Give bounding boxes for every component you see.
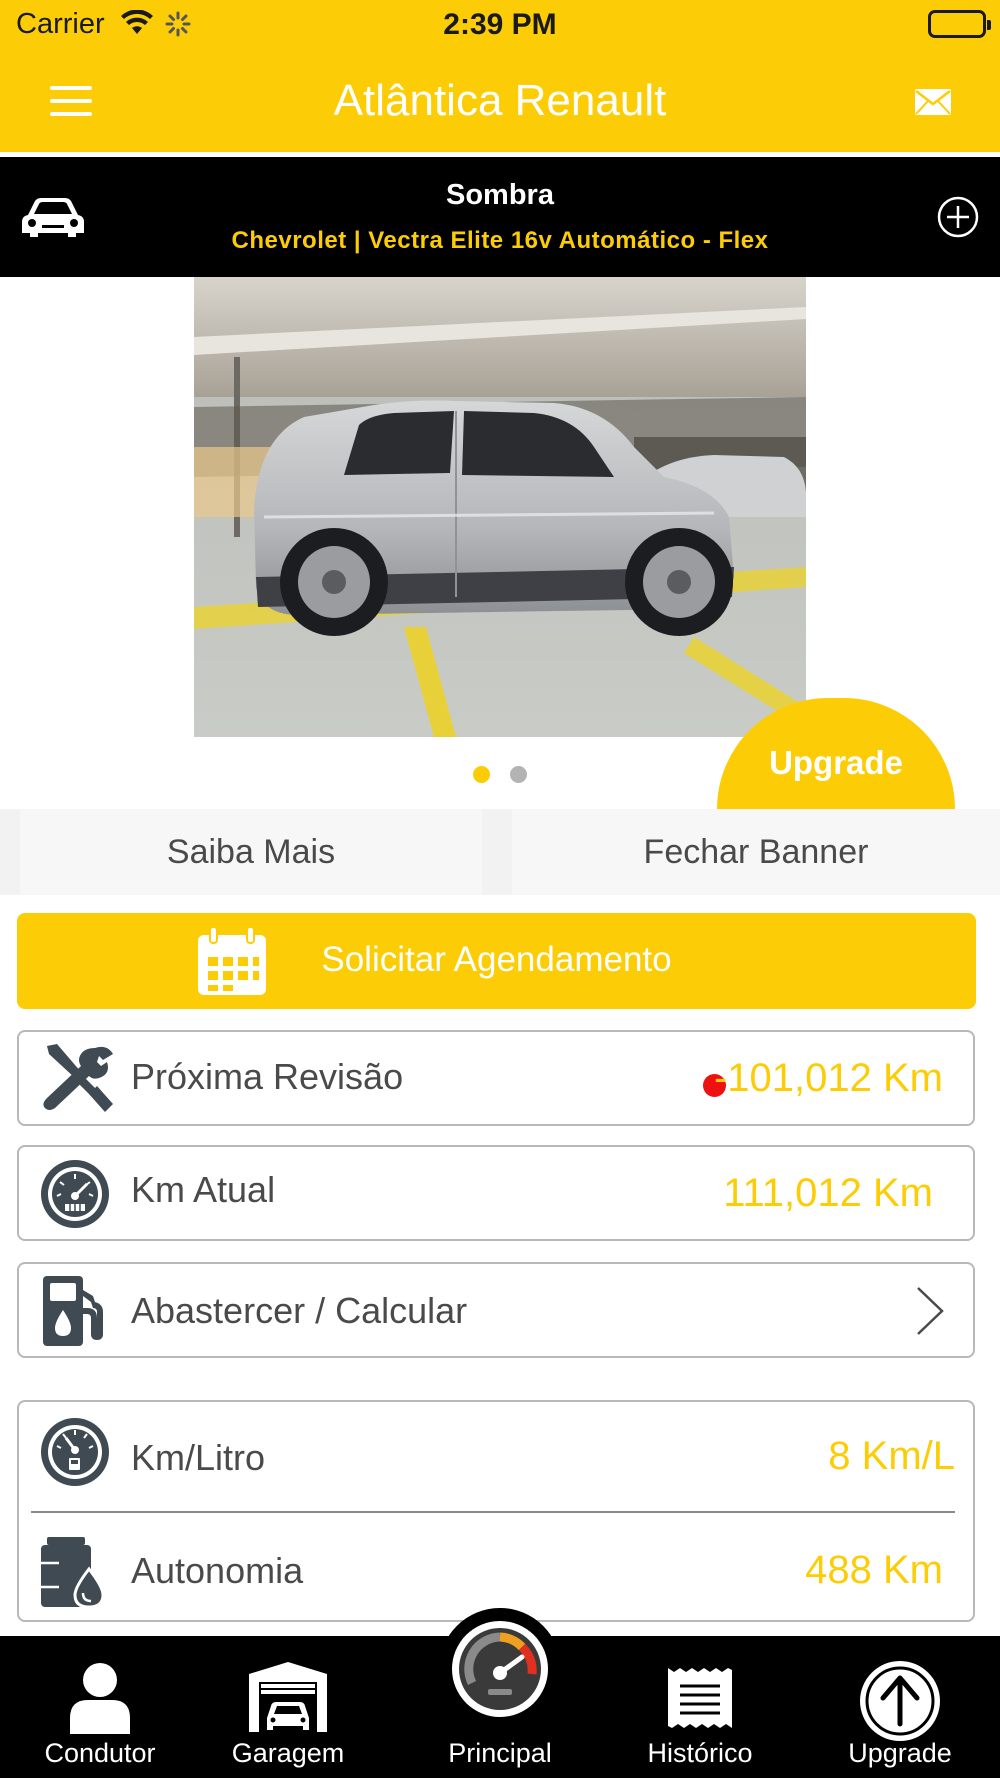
status-time: 2:39 PM — [443, 8, 557, 41]
odometer-icon — [39, 1158, 111, 1235]
current-km-row[interactable]: Km Atual 111,012 Km — [17, 1145, 975, 1241]
tab-garagem[interactable]: Garagem — [188, 1636, 388, 1778]
person-icon — [68, 1662, 132, 1739]
garage-icon — [247, 1660, 329, 1739]
close-banner-button[interactable]: Fechar Banner — [512, 809, 1000, 895]
carousel-dot[interactable] — [510, 766, 527, 783]
divider — [31, 1511, 955, 1513]
next-service-label: Próxima Revisão — [131, 1056, 404, 1097]
range-value: 488 Km — [805, 1548, 943, 1592]
plus-circle-icon[interactable] — [936, 195, 980, 244]
vehicle-model: Chevrolet | Vectra Elite 16v Automático … — [231, 227, 769, 254]
request-appointment-button[interactable]: Solicitar Agendamento — [17, 913, 976, 1009]
receipt-icon — [666, 1666, 734, 1737]
banner-actions: Saiba Mais Fechar Banner — [0, 809, 1000, 895]
status-bar: Carrier 2:39 PM — [0, 0, 1000, 50]
envelope-icon[interactable] — [914, 88, 952, 121]
next-service-row[interactable]: Próxima Revisão -101,012 Km — [17, 1030, 975, 1126]
principal-tab-button[interactable] — [439, 1608, 561, 1730]
battery-icon — [928, 10, 991, 38]
learn-more-button[interactable]: Saiba Mais — [20, 809, 482, 895]
tab-label: Histórico — [647, 1738, 753, 1768]
range-label: Autonomia — [131, 1550, 304, 1591]
vehicle-header[interactable]: Sombra Chevrolet | Vectra Elite 16v Auto… — [0, 157, 1000, 277]
page-title: Atlântica Renault — [333, 76, 667, 125]
fuel-pump-icon — [41, 1274, 107, 1353]
arrow-up-circle-icon — [859, 1660, 941, 1747]
request-appointment-label: Solicitar Agendamento — [321, 940, 672, 979]
km-per-liter-value: 8 Km/L — [828, 1434, 955, 1478]
vehicle-photo — [194, 277, 806, 737]
km-per-liter-label: Km/Litro — [131, 1437, 266, 1478]
current-km-label: Km Atual — [131, 1169, 276, 1210]
fuel-tank-icon — [39, 1535, 109, 1614]
tab-historico[interactable]: Histórico — [600, 1636, 800, 1778]
wrench-screwdriver-icon — [41, 1042, 115, 1119]
tab-label: Principal — [448, 1738, 552, 1768]
vehicle-name: Sombra — [446, 179, 554, 211]
fuel-stats-card: Km/Litro 8 Km/L Autonomia 488 Km — [17, 1400, 975, 1622]
carousel-dot-active[interactable] — [473, 766, 490, 783]
refuel-calculate-label: Abastercer / Calcular — [131, 1290, 468, 1331]
fuel-gauge-icon — [39, 1416, 111, 1493]
tab-condutor[interactable]: Condutor — [0, 1636, 200, 1778]
vehicle-photo-carousel[interactable]: Upgrade — [0, 277, 1000, 809]
chevron-right-icon — [915, 1286, 945, 1341]
refuel-calculate-row[interactable]: Abastercer / Calcular — [17, 1262, 975, 1358]
speedometer-icon — [450, 1619, 550, 1724]
current-km-value: 111,012 Km — [723, 1171, 933, 1215]
tab-upgrade[interactable]: Upgrade — [800, 1636, 1000, 1778]
tab-label: Condutor — [44, 1738, 156, 1768]
navigation-bar: Atlântica Renault — [0, 50, 1000, 154]
tab-label: Upgrade — [848, 1738, 952, 1768]
next-service-value: -101,012 Km — [713, 1056, 943, 1100]
tab-label: Garagem — [231, 1738, 345, 1768]
